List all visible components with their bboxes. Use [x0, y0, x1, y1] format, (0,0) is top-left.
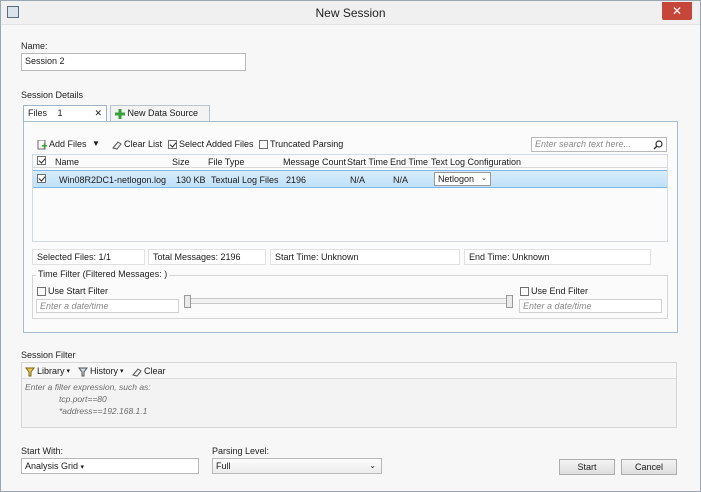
checkbox-icon — [259, 139, 268, 149]
session-name-input[interactable]: Session 2 — [21, 53, 246, 71]
filter-hint-line: tcp.port==80 — [59, 394, 107, 404]
tab-files[interactable]: Files 1 ✕ — [23, 105, 107, 121]
end-date-input[interactable]: Enter a date/time — [519, 299, 662, 313]
end-time-stat: End Time: Unknown — [464, 249, 651, 265]
files-grid — [32, 154, 668, 242]
truncated-parsing-label: Truncated Parsing — [270, 139, 344, 149]
tab-files-label: Files — [28, 108, 48, 118]
library-button[interactable]: Library ▾ — [25, 366, 70, 377]
history-button[interactable]: History ▾ — [78, 366, 124, 377]
tab-new-data-source-label: New Data Source — [127, 108, 199, 118]
session-details-label: Session Details — [21, 90, 84, 100]
start-time-stat: Start Time: Unknown — [270, 249, 460, 265]
eraser-icon — [132, 366, 142, 377]
filter-hint-line: *address==192.168.1.1 — [59, 406, 148, 416]
eraser-icon — [112, 139, 122, 150]
history-label: History — [90, 366, 119, 377]
start-button[interactable]: Start — [559, 459, 615, 475]
total-messages-stat: Total Messages: 2196 — [148, 249, 266, 265]
use-end-filter-checkbox[interactable]: Use End Filter — [520, 286, 588, 296]
checkbox-icon — [520, 286, 529, 296]
tab-files-count: 1 — [57, 108, 63, 118]
slider-end-handle[interactable] — [506, 295, 513, 308]
chevron-down-icon: ▾ — [66, 368, 71, 376]
session-filter-label: Session Filter — [21, 350, 76, 360]
use-end-filter-label: Use End Filter — [531, 286, 589, 296]
title-bar: New Session ✕ — [1, 1, 700, 25]
checkbox-icon — [37, 286, 46, 296]
library-icon — [25, 366, 35, 377]
end-date-placeholder: Enter a date/time — [523, 301, 592, 311]
search-icon[interactable] — [653, 139, 663, 150]
use-start-filter-checkbox[interactable]: Use Start Filter — [37, 286, 108, 296]
name-label: Name: — [21, 41, 48, 51]
slider-start-handle[interactable] — [184, 295, 191, 308]
start-with-label: Start With: — [21, 446, 64, 456]
library-label: Library — [37, 366, 65, 377]
parsing-level-value: Full — [216, 461, 231, 471]
history-icon — [78, 366, 88, 377]
search-placeholder: Enter search text here... — [535, 139, 632, 149]
add-data-source-icon — [115, 108, 128, 119]
clear-filter-label: Clear — [144, 366, 166, 377]
time-filter-label: Time Filter (Filtered Messages: ) — [36, 269, 170, 279]
chevron-down-icon: ▾ — [120, 368, 124, 376]
clear-filter-button[interactable]: Clear — [132, 366, 166, 377]
tab-new-data-source[interactable]: New Data Source — [110, 105, 210, 121]
cancel-button[interactable]: Cancel — [621, 459, 677, 475]
select-added-files-checkbox[interactable]: Select Added Files — [168, 139, 254, 149]
select-added-files-label: Select Added Files — [179, 139, 254, 149]
parsing-level-label: Parsing Level: — [212, 446, 270, 456]
checkbox-icon — [168, 139, 177, 149]
clear-list-label: Clear List — [124, 139, 163, 150]
window-title: New Session — [315, 6, 386, 20]
parsing-level-select[interactable]: Full ⌄ — [212, 458, 382, 474]
selected-files-stat: Selected Files: 1/1 — [32, 249, 145, 265]
add-files-dropdown[interactable]: ▼ — [92, 139, 100, 148]
add-files-button[interactable]: Add Files — [37, 139, 87, 150]
filter-hint-line: Enter a filter expression, such as: — [25, 382, 151, 392]
add-files-label: Add Files — [49, 139, 87, 150]
truncated-parsing-checkbox[interactable]: Truncated Parsing — [259, 139, 343, 149]
time-range-slider[interactable] — [187, 298, 511, 304]
add-files-icon — [37, 139, 47, 150]
close-button[interactable]: ✕ — [662, 2, 692, 20]
start-date-placeholder: Enter a date/time — [40, 301, 109, 311]
start-with-select[interactable]: Analysis Grid ▾ — [21, 458, 199, 474]
clear-list-button[interactable]: Clear List — [112, 139, 162, 150]
tab-close-icon[interactable]: ✕ — [94, 108, 102, 119]
start-date-input[interactable]: Enter a date/time — [36, 299, 179, 313]
start-with-value: Analysis Grid — [25, 461, 79, 471]
use-start-filter-label: Use Start Filter — [48, 286, 109, 296]
chevron-down-icon: ▼ — [92, 139, 100, 148]
new-session-dialog: New Session ✕ Name: Session 2 Session De… — [0, 0, 701, 492]
chevron-down-icon: ▾ — [80, 464, 85, 471]
chevron-down-icon: ⌄ — [369, 461, 376, 470]
file-search-input[interactable]: Enter search text here... — [531, 137, 667, 152]
